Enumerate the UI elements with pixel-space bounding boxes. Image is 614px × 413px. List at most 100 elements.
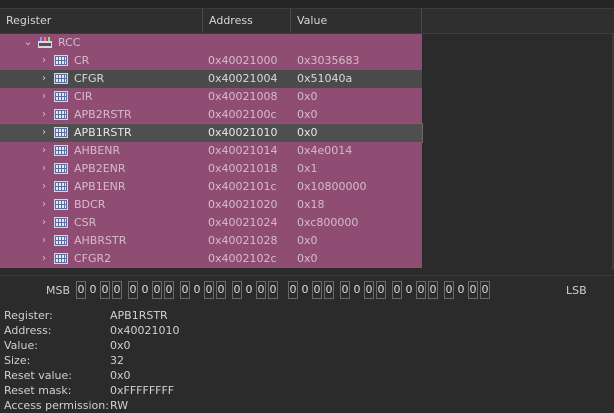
- register-value[interactable]: 0x0: [297, 88, 318, 106]
- chevron-right-icon[interactable]: ›: [38, 232, 50, 250]
- bit-cell[interactable]: 0: [100, 281, 110, 299]
- register-row[interactable]: › APB1ENR 0x4002101c 0x10800000: [0, 178, 422, 196]
- bit-cell[interactable]: 0: [340, 281, 350, 299]
- bit-cell[interactable]: 0: [352, 281, 362, 299]
- bit-cell[interactable]: 0: [204, 281, 214, 299]
- bit-cell[interactable]: 0: [152, 281, 162, 299]
- register-address: 0x40021010: [208, 126, 278, 139]
- bit-cell[interactable]: 0: [268, 281, 278, 299]
- register-icon: [54, 127, 68, 138]
- tree-row-rcc[interactable]: ⌄ RCC: [0, 34, 422, 52]
- bit-cell[interactable]: 0: [192, 281, 202, 299]
- bit-cell[interactable]: 0: [140, 281, 150, 299]
- bit-cell[interactable]: 0: [324, 281, 334, 299]
- chevron-right-icon[interactable]: ›: [38, 178, 50, 196]
- register-value[interactable]: 0x51040a: [297, 70, 352, 88]
- detail-row: Register: APB1RSTR: [4, 309, 404, 323]
- register-value[interactable]: 0x0: [297, 232, 318, 250]
- register-value[interactable]: 0x0: [297, 124, 318, 142]
- bit-cell[interactable]: 0: [256, 281, 266, 299]
- register-value[interactable]: 0xc800000: [297, 214, 358, 232]
- detail-row: Value: 0x0: [4, 339, 404, 353]
- register-row[interactable]: › AHBENR 0x40021014 0x4e0014: [0, 142, 422, 160]
- register-icon: [54, 253, 68, 264]
- register-icon: [54, 163, 68, 174]
- bit-cell[interactable]: 0: [232, 281, 242, 299]
- register-row[interactable]: › CFGR 0x40021004 0x51040a: [0, 70, 422, 88]
- detail-value: 32: [110, 354, 124, 367]
- bit-cell[interactable]: 0: [428, 281, 438, 299]
- bit-cell[interactable]: 0: [244, 281, 254, 299]
- register-name: APB2RSTR: [74, 108, 132, 121]
- register-value[interactable]: 0x1: [297, 160, 318, 178]
- chevron-right-icon[interactable]: ›: [38, 214, 50, 232]
- bit-cell[interactable]: 0: [216, 281, 226, 299]
- register-row[interactable]: › BDCR 0x40021020 0x18: [0, 196, 422, 214]
- register-tree: ⌄ RCC › CR 0x40021000 0x3035683 › CFGR 0x40021…: [0, 34, 614, 270]
- register-address: 0x40021020: [208, 198, 278, 211]
- bit-cell[interactable]: 0: [480, 281, 490, 299]
- detail-key: Size:: [4, 354, 31, 367]
- bit-editor: MSB 00000000000000000000000000000000 LSB: [0, 275, 614, 307]
- chevron-right-icon[interactable]: ›: [38, 52, 50, 70]
- bit-cell[interactable]: 0: [180, 281, 190, 299]
- chevron-right-icon[interactable]: ›: [38, 250, 50, 268]
- chevron-down-icon[interactable]: ⌄: [22, 34, 34, 52]
- bit-cell[interactable]: 0: [376, 281, 386, 299]
- chevron-right-icon[interactable]: ›: [38, 124, 50, 142]
- bit-cell[interactable]: 0: [416, 281, 426, 299]
- register-row[interactable]: › APB2RSTR 0x4002100c 0x0: [0, 106, 422, 124]
- register-value[interactable]: 0x0: [297, 106, 318, 124]
- bit-cell[interactable]: 0: [444, 281, 454, 299]
- bit-cell[interactable]: 0: [164, 281, 174, 299]
- register-name: BDCR: [74, 198, 106, 211]
- bit-cell[interactable]: 0: [300, 281, 310, 299]
- bit-cell[interactable]: 0: [88, 281, 98, 299]
- register-row[interactable]: › CFGR2 0x4002102c 0x0: [0, 250, 422, 268]
- chevron-right-icon[interactable]: ›: [38, 142, 50, 160]
- register-row[interactable]: › CR 0x40021000 0x3035683: [0, 52, 422, 70]
- detail-key: Reset mask:: [4, 384, 72, 397]
- bit-cell[interactable]: 0: [456, 281, 466, 299]
- register-value[interactable]: 0x10800000: [297, 178, 367, 196]
- register-row[interactable]: › APB2ENR 0x40021018 0x1: [0, 160, 422, 178]
- register-value[interactable]: 0x4e0014: [297, 142, 352, 160]
- chevron-right-icon[interactable]: ›: [38, 160, 50, 178]
- register-row[interactable]: › AHBRSTR 0x40021028 0x0: [0, 232, 422, 250]
- register-row[interactable]: › CSR 0x40021024 0xc800000: [0, 214, 422, 232]
- register-address: 0x40021004: [208, 72, 278, 85]
- register-value[interactable]: 0x0: [297, 250, 318, 268]
- register-icon: [54, 109, 68, 120]
- register-row[interactable]: › APB1RSTR 0x40021010 0x0: [0, 123, 423, 143]
- chevron-right-icon[interactable]: ›: [38, 196, 50, 214]
- chevron-right-icon[interactable]: ›: [38, 70, 50, 88]
- register-icon: [54, 181, 68, 192]
- column-header-address[interactable]: Address: [203, 9, 291, 33]
- bit-cell[interactable]: 0: [404, 281, 414, 299]
- bit-cell[interactable]: 0: [392, 281, 402, 299]
- bit-cell[interactable]: 0: [76, 281, 86, 299]
- msb-label: MSB: [46, 284, 71, 297]
- chevron-right-icon[interactable]: ›: [38, 88, 50, 106]
- detail-key: Address:: [4, 324, 52, 337]
- column-header-value[interactable]: Value: [291, 9, 422, 33]
- top-bar: [0, 0, 614, 9]
- register-icon: [54, 235, 68, 246]
- bit-cell[interactable]: 0: [288, 281, 298, 299]
- bit-cell[interactable]: 0: [468, 281, 478, 299]
- column-header-register[interactable]: Register: [0, 9, 203, 33]
- register-name: CFGR: [74, 72, 105, 85]
- bit-cell[interactable]: 0: [364, 281, 374, 299]
- register-value[interactable]: 0x3035683: [297, 52, 360, 70]
- bit-cell[interactable]: 0: [112, 281, 122, 299]
- chevron-right-icon[interactable]: ›: [38, 106, 50, 124]
- register-address: 0x40021000: [208, 54, 278, 67]
- bit-cell[interactable]: 0: [128, 281, 138, 299]
- register-row[interactable]: › CIR 0x40021008 0x0: [0, 88, 422, 106]
- register-value[interactable]: 0x18: [297, 196, 325, 214]
- detail-value: APB1RSTR: [110, 309, 168, 322]
- register-name: CR: [74, 54, 90, 67]
- register-icon: [54, 91, 68, 102]
- register-name: APB1ENR: [74, 180, 126, 193]
- bit-cell[interactable]: 0: [312, 281, 322, 299]
